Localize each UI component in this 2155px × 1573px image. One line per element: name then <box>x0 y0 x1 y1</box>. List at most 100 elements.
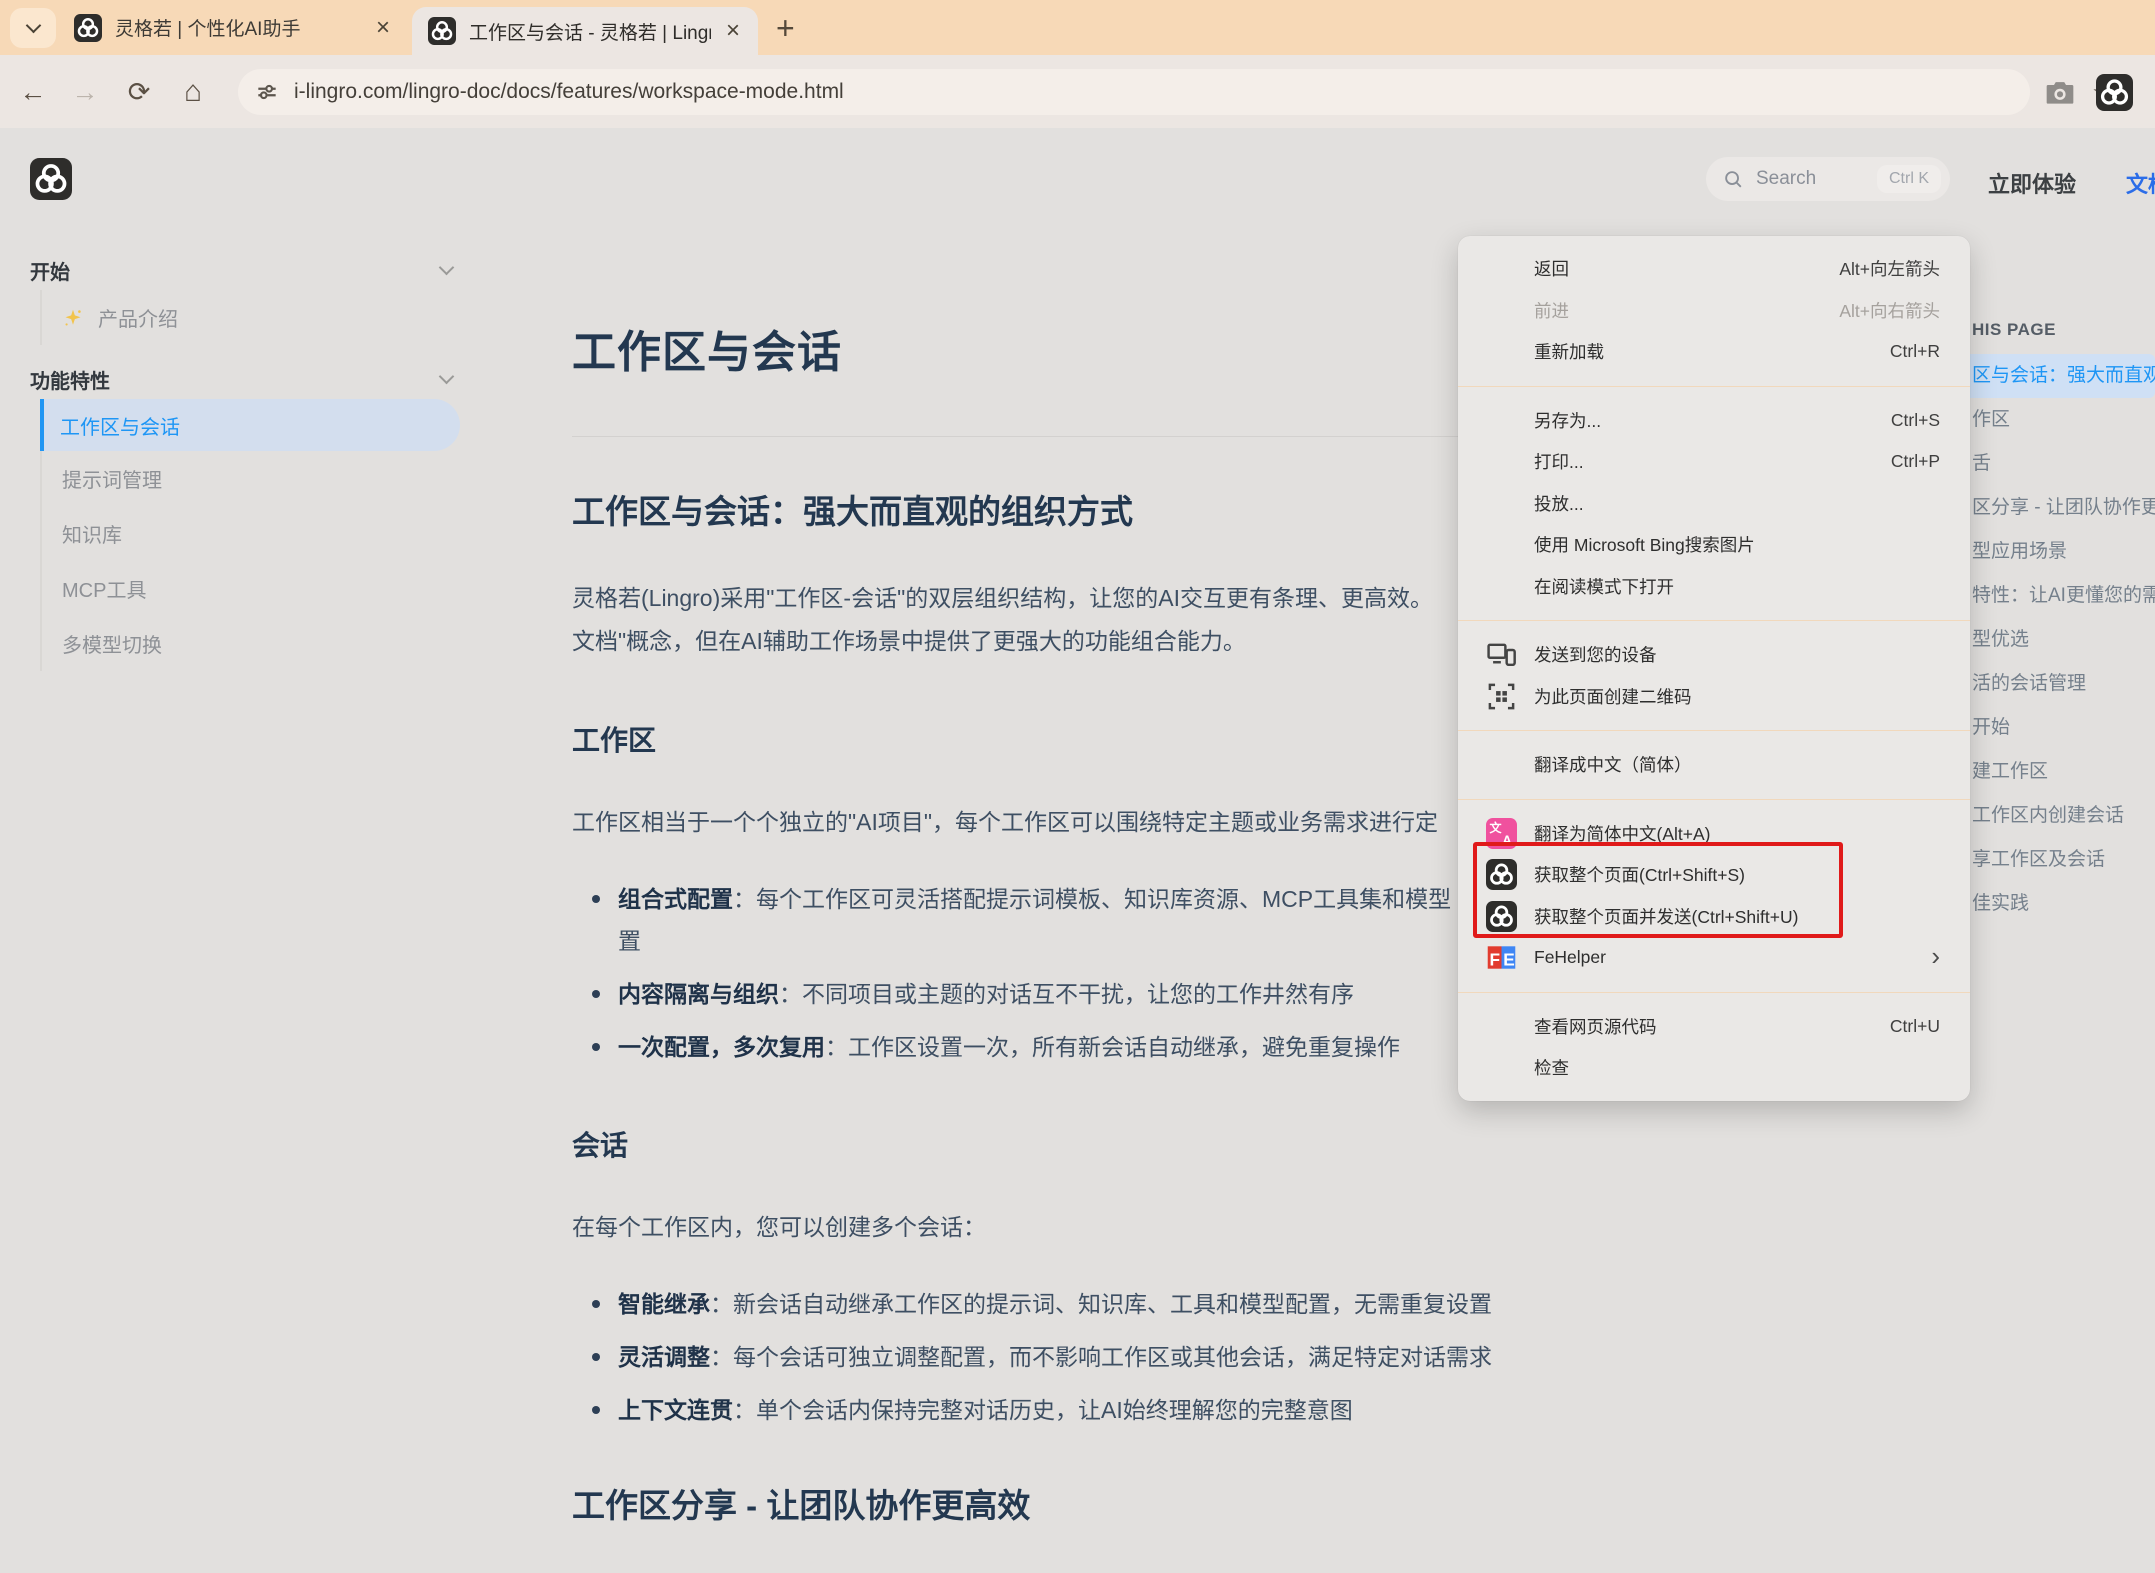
context-menu-item-view-source[interactable]: 查看网页源代码Ctrl+U <box>1458 1006 1970 1048</box>
toc-item[interactable]: 开始 <box>1958 706 2155 750</box>
menu-item-label: FeHelper <box>1534 947 1931 968</box>
share-heading: 工作区分享 - 让团队协作更高效 <box>572 1479 1968 1527</box>
menu-item-label: 在阅读模式下打开 <box>1534 574 1940 599</box>
tab-close-icon[interactable]: × <box>374 16 392 40</box>
nav-link-docs[interactable]: 文档 <box>2126 167 2155 199</box>
lingro-favicon <box>428 17 456 45</box>
sidebar-item-link[interactable]: MCP工具 <box>42 561 460 616</box>
sidebar-item-current[interactable]: 工作区与会话 <box>40 399 460 451</box>
url-text: i-lingro.com/lingro-doc/docs/features/wo… <box>294 80 844 104</box>
menu-item-shortcut: Alt+向右箭头 <box>1839 298 1940 323</box>
tab-title: 灵格若 | 个性化AI助手 <box>115 14 361 41</box>
forward-icon[interactable]: → <box>66 73 104 111</box>
toc-item[interactable]: 型应用场景 <box>1958 530 2155 574</box>
address-bar[interactable]: i-lingro.com/lingro-doc/docs/features/wo… <box>238 69 2030 115</box>
sidebar-section-title: 开始 <box>30 256 70 285</box>
tab-search-button[interactable] <box>10 8 56 48</box>
menu-item-label: 查看网页源代码 <box>1534 1014 1890 1039</box>
toc-item[interactable]: 佳实践 <box>1958 882 2155 926</box>
on-this-page-toc: HIS PAGE 区与会话：强大而直观的作区舌区分享 - 让团队协作更高型应用场… <box>1958 320 2155 926</box>
home-icon[interactable]: ⌂ <box>174 73 212 111</box>
browser-tab-2[interactable]: 工作区与会话 - 灵格若 | Lingro× <box>412 7 758 55</box>
site-info-icon[interactable] <box>254 79 280 105</box>
context-menu-item-inspect[interactable]: 检查 <box>1458 1047 1970 1089</box>
context-menu-item-cast[interactable]: 投放... <box>1458 483 1970 525</box>
context-menu-item-back[interactable]: 返回Alt+向左箭头 <box>1458 248 1970 290</box>
camera-icon[interactable] <box>2044 77 2076 109</box>
bullet-item: 智能继承：新会话自动继承工作区的提示词、知识库、工具和模型配置，无需重复设置 <box>618 1283 1968 1325</box>
lingro-favicon <box>74 14 102 42</box>
menu-item-label: 打印... <box>1534 449 1891 474</box>
back-icon[interactable]: ← <box>14 73 52 111</box>
reload-icon[interactable]: ⟳ <box>120 73 158 111</box>
context-menu-item-translate-page[interactable]: 翻译成中文（简体） <box>1458 744 1970 786</box>
menu-separator <box>1458 730 1970 731</box>
fehelper-icon: FE <box>1486 942 1517 973</box>
context-menu-item-save-as[interactable]: 另存为...Ctrl+S <box>1458 400 1970 442</box>
new-tab-button[interactable]: + <box>776 10 795 47</box>
context-menu-item-create-qr-code[interactable]: 为此页面创建二维码 <box>1458 676 1970 718</box>
sidebar-item-link[interactable]: 产品介绍 <box>42 290 460 345</box>
sidebar: 开始产品介绍功能特性工作区与会话提示词管理知识库 MCP工具多模型切换 <box>30 250 460 685</box>
menu-item-shortcut: Alt+向左箭头 <box>1839 256 1940 281</box>
tab-close-icon[interactable]: × <box>724 19 742 43</box>
browser-tab-1[interactable]: 灵格若 | 个性化AI助手 × <box>58 0 408 55</box>
menu-item-label: 投放... <box>1534 491 1940 516</box>
search-placeholder: Search <box>1756 168 1877 190</box>
menu-item-label: 重新加载 <box>1534 339 1890 364</box>
lingro-extension-icon[interactable] <box>2096 74 2133 111</box>
toc-item[interactable]: 舌 <box>1958 442 2155 486</box>
bullet-item: 灵活调整：每个会话可独立调整配置，而不影响工作区或其他会话，满足特定对话需求 <box>618 1336 1968 1378</box>
menu-separator <box>1458 799 1970 800</box>
toc-item[interactable]: 型优选 <box>1958 618 2155 662</box>
try-now-button[interactable]: 立即体验 <box>1988 167 2076 199</box>
toc-item-active[interactable]: 区与会话：强大而直观的 <box>1958 354 2155 398</box>
menu-item-shortcut: Ctrl+U <box>1890 1016 1940 1037</box>
toc-item[interactable]: 作区 <box>1958 398 2155 442</box>
menu-separator <box>1458 992 1970 993</box>
sidebar-item-link[interactable]: 多模型切换 <box>42 616 460 671</box>
sparkle-icon <box>62 307 84 329</box>
toc-item[interactable]: 活的会话管理 <box>1958 662 2155 706</box>
menu-item-label: 返回 <box>1534 256 1839 281</box>
browser-tab-bar: 灵格若 | 个性化AI助手×工作区与会话 - 灵格若 | Lingro× + <box>0 0 2155 55</box>
menu-item-label: 检查 <box>1534 1055 1940 1080</box>
session-heading: 会话 <box>572 1124 1968 1164</box>
chevron-down-icon <box>25 18 41 34</box>
toc-item[interactable]: 享工作区及会话 <box>1958 838 2155 882</box>
session-bullet-list: 智能继承：新会话自动继承工作区的提示词、知识库、工具和模型配置，无需重复设置灵活… <box>572 1283 1968 1431</box>
menu-item-shortcut: Ctrl+R <box>1890 341 1940 362</box>
sidebar-item-label: 工作区与会话 <box>60 411 180 440</box>
context-menu-item-forward[interactable]: 前进Alt+向右箭头 <box>1458 290 1970 332</box>
menu-item-label: 发送到您的设备 <box>1534 642 1940 667</box>
site-logo[interactable] <box>30 158 72 200</box>
context-menu-item-reload[interactable]: 重新加载Ctrl+R <box>1458 331 1970 373</box>
context-menu-item-bing-image-search[interactable]: 使用 Microsoft Bing搜索图片 <box>1458 524 1970 566</box>
sidebar-item-link[interactable]: 提示词管理 <box>42 451 460 506</box>
sidebar-section-title: 功能特性 <box>30 365 110 394</box>
context-menu-item-send-to-device[interactable]: 发送到您的设备 <box>1458 634 1970 676</box>
toc-item[interactable]: 工作区内创建会话 <box>1958 794 2155 838</box>
sidebar-section-header[interactable]: 功能特性 <box>30 359 460 399</box>
menu-separator <box>1458 620 1970 621</box>
chevron-down-icon <box>439 369 455 385</box>
search-icon <box>1722 168 1744 190</box>
context-menu-item-fehelper[interactable]: FE FeHelper› <box>1458 937 1970 979</box>
search-input[interactable]: Search Ctrl K <box>1706 157 1950 201</box>
toc-header: HIS PAGE <box>1958 320 2155 340</box>
toc-item[interactable]: 特性：让AI更懂您的需求 <box>1958 574 2155 618</box>
context-menu-item-reading-mode[interactable]: 在阅读模式下打开 <box>1458 566 1970 608</box>
svg-text:F: F <box>1489 950 1500 970</box>
sidebar-section-header[interactable]: 开始 <box>30 250 460 290</box>
submenu-arrow-icon: › <box>1931 943 1940 969</box>
menu-item-label: 为此页面创建二维码 <box>1534 684 1940 709</box>
sidebar-item-label: 知识库 <box>62 519 122 548</box>
toc-item[interactable]: 区分享 - 让团队协作更高 <box>1958 486 2155 530</box>
toc-item[interactable]: 建工作区 <box>1958 750 2155 794</box>
browser-window: 灵格若 | 个性化AI助手×工作区与会话 - 灵格若 | Lingro× + ←… <box>0 0 2155 1573</box>
menu-item-label: 翻译成中文（简体） <box>1534 752 1940 777</box>
menu-item-label: 前进 <box>1534 298 1839 323</box>
sidebar-item-link[interactable]: 知识库 <box>42 506 460 561</box>
chevron-down-icon <box>439 260 455 276</box>
context-menu-item-print[interactable]: 打印...Ctrl+P <box>1458 441 1970 483</box>
